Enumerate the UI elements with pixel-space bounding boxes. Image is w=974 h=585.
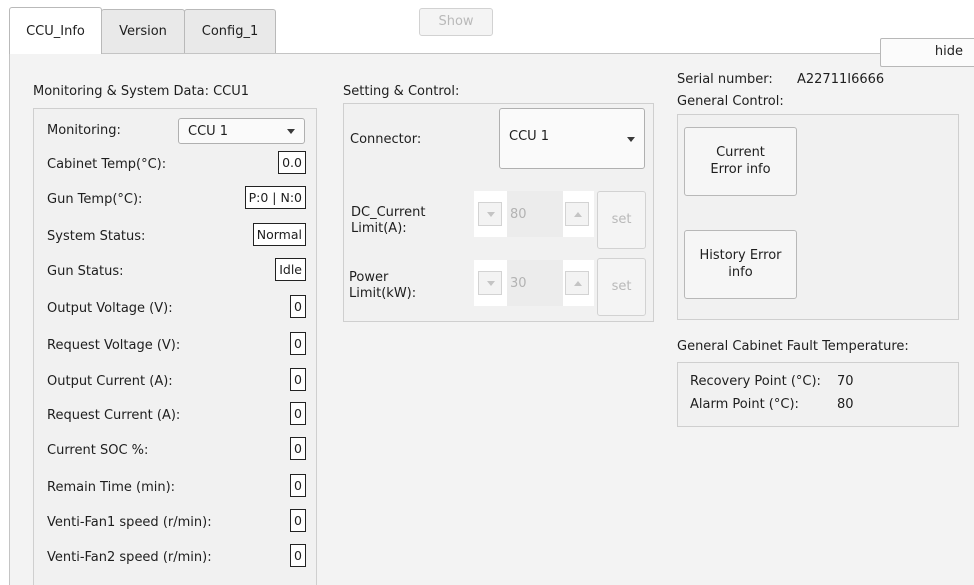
set-button-label: set (611, 211, 632, 227)
value-request-voltage: 0 (290, 332, 306, 355)
power-increment-button[interactable] (565, 271, 589, 295)
serial-number-value: A22711I6666 (797, 72, 885, 87)
arrow-down-icon (487, 281, 495, 286)
chevron-down-icon (627, 136, 635, 142)
set-button-label: set (611, 278, 632, 294)
connector-label: Connector: (350, 132, 422, 147)
row-label-cabinet-temp: Cabinet Temp(°C): (47, 157, 167, 172)
recovery-point-label: Recovery Point (°C): (690, 374, 821, 389)
row-label-current-soc: Current SOC %: (47, 443, 149, 458)
power-limit-value[interactable]: 30 (507, 260, 563, 306)
row-label-fan2-speed: Venti-Fan2 speed (r/min): (47, 550, 212, 565)
dc-current-limit-value[interactable]: 80 (507, 191, 563, 237)
dc-current-limit-label: DC_Current Limit(A): (351, 205, 426, 237)
monitoring-selector-label: Monitoring: (47, 123, 121, 138)
row-label-gun-status: Gun Status: (47, 264, 124, 279)
monitoring-title: Monitoring & System Data: CCU1 (33, 84, 250, 99)
row-label-fan1-speed: Venti-Fan1 speed (r/min): (47, 515, 212, 530)
tab-bar-baseline (9, 53, 974, 54)
recovery-point-value: 70 (837, 374, 854, 389)
tab-label: Version (119, 24, 167, 39)
general-control-title: General Control: (677, 94, 784, 109)
power-set-button[interactable]: set (597, 258, 646, 316)
value-output-voltage: 0 (290, 295, 306, 318)
row-label-output-voltage: Output Voltage (V): (47, 301, 173, 316)
value-remain-time: 0 (290, 474, 306, 497)
value-fan1-speed: 0 (290, 509, 306, 532)
value-gun-temp: P:0 | N:0 (244, 186, 306, 209)
value-current-soc: 0 (290, 437, 306, 460)
power-limit-label: Power Limit(kW): (349, 270, 417, 302)
value-output-current: 0 (290, 368, 306, 391)
monitoring-ccu-select[interactable]: CCU 1 (178, 118, 305, 144)
fault-temperature-panel (677, 362, 959, 427)
hide-button[interactable]: hide (880, 38, 974, 67)
arrow-down-icon (487, 212, 495, 217)
row-label-gun-temp: Gun Temp(°C): (47, 192, 143, 207)
alarm-point-value: 80 (837, 397, 854, 412)
row-label-system-status: System Status: (47, 229, 146, 244)
tab-label: CCU_Info (26, 23, 85, 39)
fault-temperature-title: General Cabinet Fault Temperature: (677, 339, 909, 354)
dc-current-set-button[interactable]: set (597, 191, 646, 249)
chevron-down-icon (287, 129, 295, 134)
value-request-current: 0 (290, 402, 306, 425)
value-fan2-speed: 0 (290, 544, 306, 567)
value-system-status: Normal (252, 223, 306, 246)
dc-current-increment-button[interactable] (565, 202, 589, 226)
tab-label: Config_1 (201, 24, 259, 39)
tab-ccu-info[interactable]: CCU_Info (9, 7, 102, 54)
power-limit-spinbox[interactable]: 30 (474, 260, 594, 306)
row-label-request-voltage: Request Voltage (V): (47, 338, 181, 353)
connector-select-value: CCU 1 (509, 129, 550, 144)
row-label-request-current: Request Current (A): (47, 408, 181, 423)
power-decrement-button[interactable] (478, 271, 502, 295)
current-error-info-label: Current Error info (710, 145, 771, 177)
value-cabinet-temp: 0.0 (278, 151, 306, 174)
tab-version[interactable]: Version (101, 9, 185, 53)
tab-config-1[interactable]: Config_1 (184, 9, 276, 53)
dc-current-decrement-button[interactable] (478, 202, 502, 226)
value-gun-status: Idle (275, 258, 306, 281)
show-button-label: Show (438, 13, 474, 29)
connector-select[interactable]: CCU 1 (499, 108, 645, 169)
history-error-info-label: History Error info (699, 248, 782, 280)
arrow-up-icon (574, 281, 582, 286)
show-button[interactable]: Show (419, 8, 493, 36)
current-error-info-button[interactable]: Current Error info (684, 127, 797, 196)
history-error-info-button[interactable]: History Error info (684, 230, 797, 299)
monitoring-ccu-select-value: CCU 1 (188, 123, 229, 139)
arrow-up-icon (574, 212, 582, 217)
row-label-remain-time: Remain Time (min): (47, 480, 176, 495)
dc-current-limit-spinbox[interactable]: 80 (474, 191, 594, 237)
hide-button-label: hide (934, 44, 963, 60)
row-label-output-current: Output Current (A): (47, 374, 173, 389)
serial-number-label: Serial number: (677, 72, 773, 87)
alarm-point-label: Alarm Point (°C): (690, 397, 799, 412)
setting-control-title: Setting & Control: (343, 84, 460, 99)
